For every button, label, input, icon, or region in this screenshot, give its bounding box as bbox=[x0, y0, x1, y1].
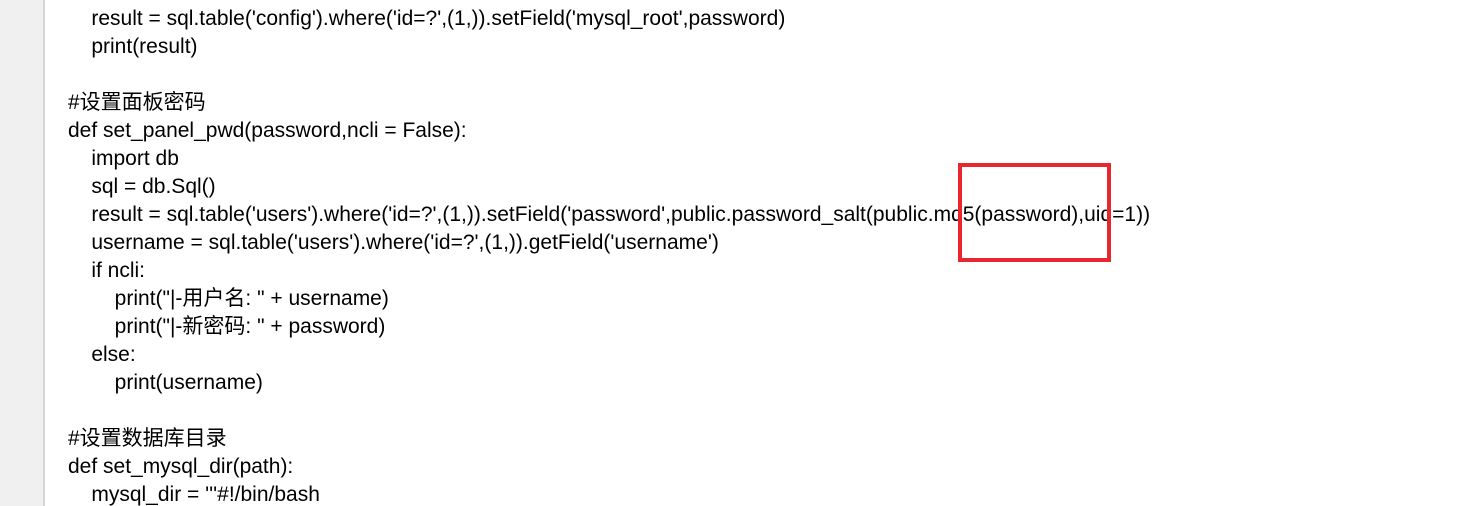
code-line: mysql_dir = '''#!/bin/bash bbox=[68, 483, 320, 506]
code-line: print(result) bbox=[68, 35, 198, 58]
code-line: def set_panel_pwd(password,ncli = False)… bbox=[68, 119, 467, 142]
code-line: result = sql.table('config').where('id=?… bbox=[68, 7, 786, 30]
left-margin bbox=[0, 0, 43, 506]
red-highlight-box bbox=[958, 163, 1111, 262]
code-comment: #设置面板密码 bbox=[68, 91, 206, 114]
code-line: print("|-用户名: " + username) bbox=[68, 287, 389, 310]
code-line: else: bbox=[68, 343, 136, 366]
code-line: print(username) bbox=[68, 371, 263, 394]
code-editor[interactable]: result = sql.table('config').where('id=?… bbox=[45, 0, 1474, 506]
code-line: print("|-新密码: " + password) bbox=[68, 315, 386, 338]
code-line: def set_mysql_dir(path): bbox=[68, 455, 294, 478]
code-comment: #设置数据库目录 bbox=[68, 427, 227, 450]
